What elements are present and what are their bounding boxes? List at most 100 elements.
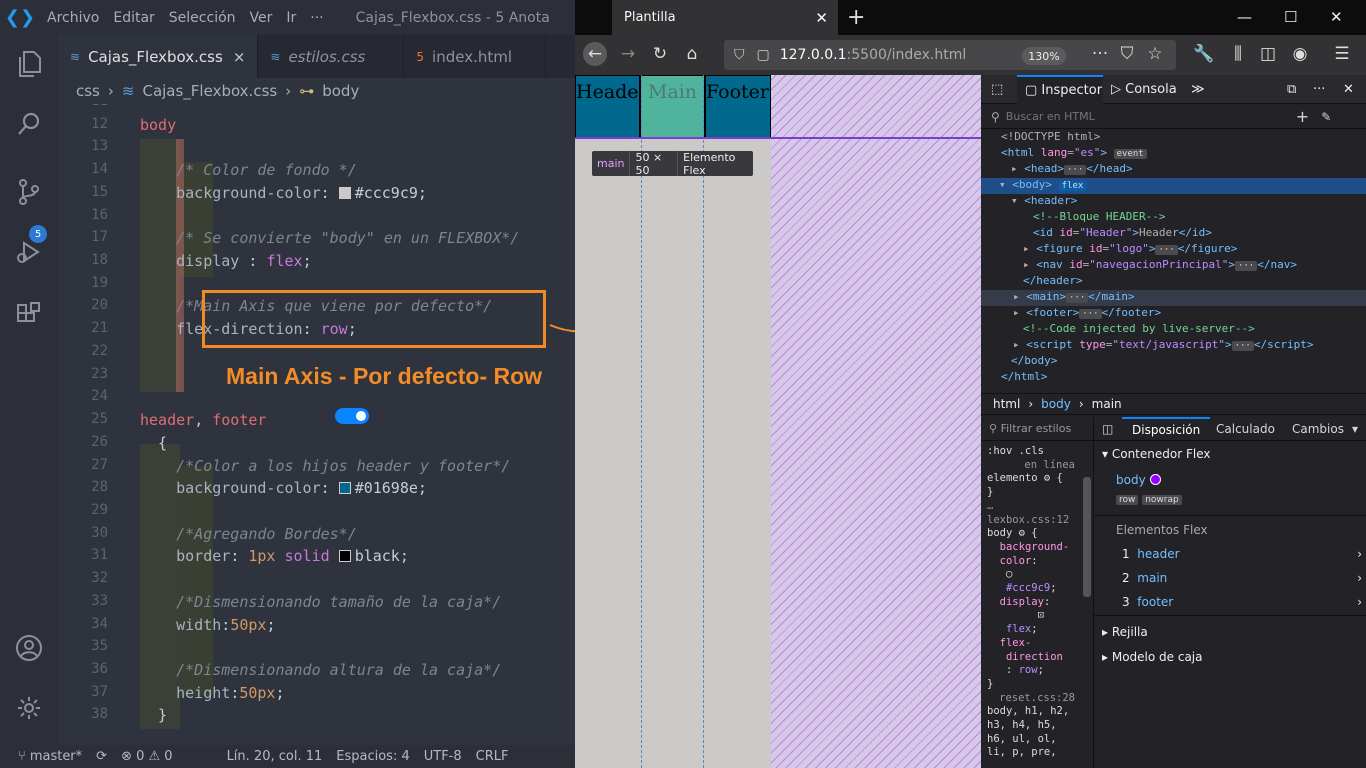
rules-content: :hov .cls en línea elemento ⚙ {} …lexbox.cs… xyxy=(987,445,1075,759)
wrench-icon[interactable]: 🔧 xyxy=(1192,42,1216,66)
browser-tab[interactable]: Plantilla ✕ xyxy=(612,0,838,35)
tab-cambios[interactable]: Cambios xyxy=(1292,417,1344,441)
rules-panel[interactable]: ⚲ Filtrar estilos :hov .cls en línea eleme… xyxy=(981,417,1094,768)
filter-styles[interactable]: ⚲ Filtrar estilos xyxy=(981,417,1093,441)
markup-node[interactable]: </header> xyxy=(1023,274,1083,290)
tab-estilos[interactable]: ≋ estilos.css xyxy=(258,35,405,78)
markup-node[interactable]: </html> xyxy=(1001,370,1047,386)
markup-node[interactable]: ▸ <footer> ··· </footer> xyxy=(1013,306,1161,322)
sync-icon[interactable]: ⟳ xyxy=(96,749,107,764)
markup-node[interactable]: <html lang="es"> event xyxy=(1001,146,1147,162)
bookmark-star-icon[interactable]: ☆ xyxy=(1143,42,1167,66)
markup-node[interactable]: ▾ <body> flex xyxy=(981,178,1366,194)
problems-count[interactable]: ⊗ 0 ⚠ 0 xyxy=(121,749,173,764)
menu-more[interactable]: ··· xyxy=(303,10,330,26)
crumb-html[interactable]: html xyxy=(993,397,1020,411)
minimize-icon[interactable]: — xyxy=(1237,8,1252,26)
new-tab-button[interactable]: + xyxy=(847,5,865,30)
line-ending[interactable]: CRLF xyxy=(476,749,509,764)
settings-gear-icon[interactable] xyxy=(12,691,46,725)
tab-inspector[interactable]: ▢ Inspector xyxy=(1017,75,1103,104)
zoom-level[interactable]: 130% xyxy=(1022,47,1066,65)
source-control-icon[interactable] xyxy=(12,175,46,209)
tab-disposicion[interactable]: Disposición xyxy=(1122,417,1211,441)
tooltip-size: 50 × 50 xyxy=(630,151,679,177)
account-icon[interactable] xyxy=(12,631,46,665)
home-button[interactable]: ⌂ xyxy=(680,42,704,66)
add-node-icon[interactable]: + xyxy=(1296,107,1309,126)
markup-node[interactable]: ▸ <script type="text/javascript"> ··· </sc… xyxy=(1013,338,1313,354)
close-icon[interactable]: × xyxy=(233,48,246,66)
reload-button[interactable]: ↻ xyxy=(648,42,672,66)
markup-node[interactable]: <id id="Header">Header</id> xyxy=(1033,226,1212,242)
crumb-main[interactable]: main xyxy=(1092,397,1122,411)
container-element[interactable]: body xyxy=(1116,473,1161,487)
menu-ir[interactable]: Ir xyxy=(279,10,303,26)
flex-container-section[interactable]: ▾ Contenedor Flex xyxy=(1102,447,1210,461)
extensions-icon[interactable] xyxy=(12,297,46,331)
markup-node[interactable]: <!--Bloque HEADER--> xyxy=(1033,210,1165,226)
markup-node[interactable]: ▾ <header> xyxy=(1011,194,1077,210)
encoding[interactable]: UTF-8 xyxy=(424,749,462,764)
indentation[interactable]: Espacios: 4 xyxy=(336,749,409,764)
box-model-section[interactable]: ▸ Modelo de caja xyxy=(1102,650,1202,664)
annotation-box xyxy=(202,290,546,348)
tab-console[interactable]: ▷ Consola xyxy=(1111,75,1177,104)
hamburger-menu-icon[interactable]: ☰ xyxy=(1330,42,1354,66)
code-editor[interactable]: 11 12 body 13 14 /* Color de fondo */ 15 back… xyxy=(58,104,575,745)
branch-name[interactable]: master* xyxy=(30,749,82,764)
page-info-icon[interactable]: ▢ xyxy=(757,47,770,63)
close-icon[interactable]: ✕ xyxy=(815,9,828,27)
menu-seleccion[interactable]: Selección xyxy=(162,10,243,26)
flex-highlight-toggle[interactable] xyxy=(335,408,369,424)
back-button[interactable]: ← xyxy=(583,42,607,66)
highlight-color-swatch[interactable] xyxy=(1149,474,1161,485)
breadcrumb-file[interactable]: Cajas_Flexbox.css xyxy=(142,82,277,100)
shield-icon[interactable]: ⛉ xyxy=(734,47,745,63)
devtools-menu-icon[interactable]: ··· xyxy=(1313,75,1325,104)
library-icon[interactable]: ⫼ xyxy=(1226,42,1250,66)
markup-node[interactable]: </body> xyxy=(1011,354,1057,370)
markup-node[interactable]: <!--Code injected by live-server--> xyxy=(1023,322,1255,338)
eyedropper-icon[interactable]: ✎ xyxy=(1321,110,1331,124)
crumb-body[interactable]: body xyxy=(1041,397,1071,411)
markup-node[interactable]: ▸ <nav id="navegacionPrincipal"> ··· </nav… xyxy=(1023,258,1297,274)
flex-item-header[interactable]: 1 header › xyxy=(1122,547,1362,561)
tab-calculado[interactable]: Calculado xyxy=(1216,417,1275,441)
grid-section[interactable]: ▸ Rejilla xyxy=(1102,625,1148,639)
markup-node[interactable]: ▸ <figure id="logo"> ··· </figure> xyxy=(1023,242,1237,258)
sidebar-icon[interactable]: ◫ xyxy=(1256,42,1280,66)
markup-node[interactable]: ▸ <head> ··· </head> xyxy=(1011,162,1133,178)
run-debug-icon[interactable] xyxy=(12,235,46,269)
search-icon[interactable] xyxy=(12,107,46,141)
tab-cajas-flexbox[interactable]: ≋ Cajas_Flexbox.css × xyxy=(58,35,259,78)
menu-ver[interactable]: Ver xyxy=(243,10,280,26)
window-close-icon[interactable]: ✕ xyxy=(1330,8,1343,26)
url-host: 127.0.0.1 xyxy=(779,47,847,63)
html-search-input[interactable] xyxy=(1005,110,1286,123)
maximize-icon[interactable]: ☐ xyxy=(1284,8,1297,26)
cursor-position[interactable]: Lín. 20, col. 11 xyxy=(227,749,323,764)
dock-icon[interactable]: ⧉ xyxy=(1287,75,1296,104)
menu-editar[interactable]: Editar xyxy=(106,10,161,26)
explorer-icon[interactable] xyxy=(12,47,46,81)
page-actions-icon[interactable]: ··· xyxy=(1088,42,1112,66)
breadcrumb-symbol[interactable]: body xyxy=(322,82,359,100)
markup-node[interactable]: ▸ <main> ··· </main> xyxy=(981,290,1366,306)
markup-node[interactable]: <!DOCTYPE html> xyxy=(1001,130,1100,146)
code-line: { xyxy=(140,433,168,452)
chevron-down-icon[interactable]: ▾ xyxy=(1352,417,1358,441)
menu-archivo[interactable]: Archivo xyxy=(40,10,106,26)
account-icon[interactable]: ◉ xyxy=(1288,42,1312,66)
tab-index-html[interactable]: 5 index.html xyxy=(404,35,547,78)
close-icon[interactable]: ✕ xyxy=(1343,75,1354,104)
flex-item-footer[interactable]: 3 footer › xyxy=(1122,595,1362,609)
pocket-icon[interactable]: ⛉ xyxy=(1115,42,1139,66)
element-picker-icon[interactable]: ⬚ xyxy=(991,75,1003,104)
more-tools-icon[interactable]: ≫ xyxy=(1191,75,1205,104)
forward-button[interactable]: → xyxy=(616,42,640,66)
sidebar-toggle-icon[interactable]: ◫ xyxy=(1102,417,1113,441)
breadcrumb-folder[interactable]: css xyxy=(76,82,100,100)
flex-item-main[interactable]: 2 main › xyxy=(1122,571,1362,585)
scrollbar[interactable] xyxy=(1083,477,1091,597)
